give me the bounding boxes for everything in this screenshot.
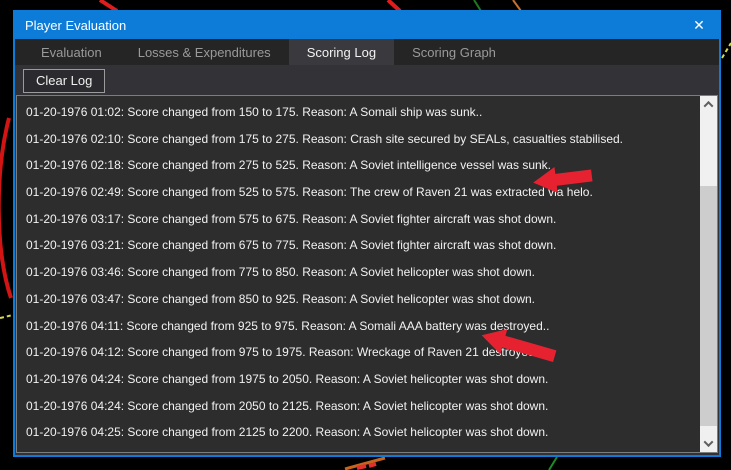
scrollbar[interactable] bbox=[700, 96, 717, 452]
tab-bar: Evaluation Losses & Expenditures Scoring L… bbox=[15, 39, 719, 65]
log-entry[interactable]: 01-20-1976 01:02: Score changed from 150… bbox=[17, 99, 700, 126]
scrollbar-down-button[interactable] bbox=[700, 435, 717, 452]
log-entry[interactable]: 01-20-1976 04:12: Score changed from 975… bbox=[17, 339, 700, 366]
player-evaluation-window: Player Evaluation ✕ Evaluation Losses & E… bbox=[13, 10, 721, 457]
clear-log-button[interactable]: Clear Log bbox=[23, 69, 106, 93]
tab-evaluation[interactable]: Evaluation bbox=[23, 39, 120, 65]
log-entry[interactable]: 01-20-1976 04:11: Score changed from 925… bbox=[17, 313, 700, 340]
scoring-log-list[interactable]: 01-20-1976 01:02: Score changed from 150… bbox=[17, 96, 700, 452]
tab-content-scoring-log: Clear Log 01-20-1976 01:02: Score change… bbox=[15, 65, 719, 455]
log-entry[interactable]: 01-20-1976 03:21: Score changed from 675… bbox=[17, 232, 700, 259]
titlebar[interactable]: Player Evaluation ✕ bbox=[15, 12, 719, 39]
log-entry[interactable]: 01-20-1976 04:24: Score changed from 205… bbox=[17, 393, 700, 420]
scoring-log-panel: 01-20-1976 01:02: Score changed from 150… bbox=[16, 95, 718, 453]
log-entry[interactable]: 01-20-1976 04:25: Score changed from 212… bbox=[17, 419, 700, 446]
scrollbar-thumb[interactable] bbox=[700, 186, 717, 426]
screen: { "window": { "title": "Player Evaluatio… bbox=[0, 0, 731, 470]
log-entry[interactable]: 01-20-1976 02:10: Score changed from 175… bbox=[17, 126, 700, 153]
tab-losses-expenditures[interactable]: Losses & Expenditures bbox=[120, 39, 289, 65]
log-entry[interactable]: 01-20-1976 03:47: Score changed from 850… bbox=[17, 286, 700, 313]
chevron-up-icon bbox=[703, 100, 714, 111]
log-entry[interactable]: 01-20-1976 03:17: Score changed from 575… bbox=[17, 206, 700, 233]
log-entry[interactable]: 01-20-1976 02:49: Score changed from 525… bbox=[17, 179, 700, 206]
scrollbar-up-button[interactable] bbox=[700, 96, 717, 113]
log-entry[interactable]: 01-20-1976 04:24: Score changed from 197… bbox=[17, 366, 700, 393]
log-toolbar: Clear Log bbox=[15, 65, 719, 95]
close-icon: ✕ bbox=[693, 17, 705, 33]
chevron-down-icon bbox=[703, 437, 714, 448]
tab-scoring-log[interactable]: Scoring Log bbox=[288, 39, 395, 65]
window-title: Player Evaluation bbox=[25, 18, 127, 33]
log-entry[interactable]: 01-20-1976 03:46: Score changed from 775… bbox=[17, 259, 700, 286]
log-entry[interactable]: 01-20-1976 02:18: Score changed from 275… bbox=[17, 152, 700, 179]
tab-scoring-graph[interactable]: Scoring Graph bbox=[394, 39, 514, 65]
close-button[interactable]: ✕ bbox=[679, 12, 719, 39]
